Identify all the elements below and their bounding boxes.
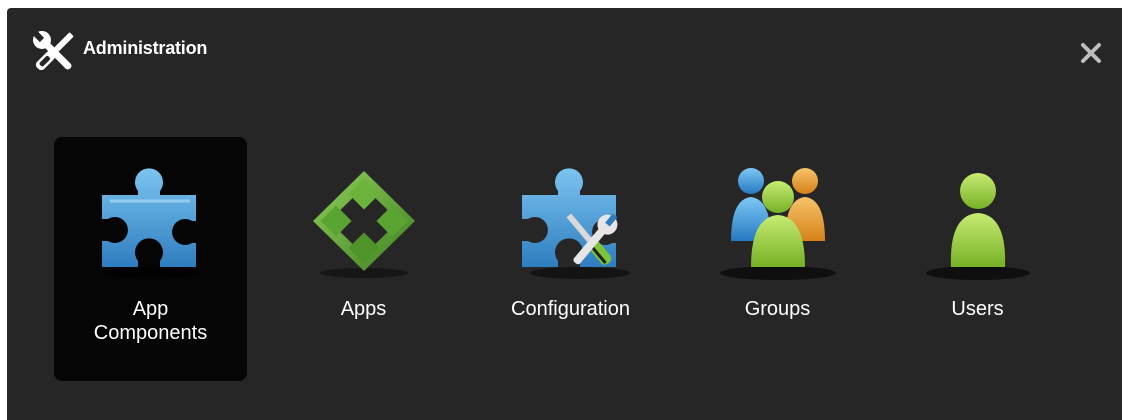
item-apps[interactable]: Apps (267, 137, 460, 381)
item-users[interactable]: Users (881, 137, 1074, 381)
item-configuration[interactable]: Configuration (474, 137, 667, 381)
item-label: App Components (93, 298, 208, 344)
item-label: Configuration (511, 298, 630, 320)
user-icon (926, 173, 1030, 280)
close-icon[interactable] (1076, 38, 1106, 68)
dialog-header: Administration (7, 8, 1122, 88)
item-label: Groups (744, 298, 811, 320)
item-app-components[interactable]: App Components (54, 137, 247, 381)
puzzle-wrench-screwdriver-icon (522, 168, 630, 279)
item-groups[interactable]: Groups (681, 137, 874, 381)
wrench-screwdriver-icon (32, 30, 74, 71)
people-group-icon (720, 168, 836, 280)
item-label: Apps (340, 298, 387, 320)
administration-dialog: Administration App Components Apps Confi… (7, 8, 1122, 420)
dialog-title: Administration (83, 38, 208, 58)
green-diamond-apps-icon (313, 171, 415, 278)
item-label: Users (951, 298, 1004, 320)
puzzle-piece-icon (102, 168, 200, 279)
